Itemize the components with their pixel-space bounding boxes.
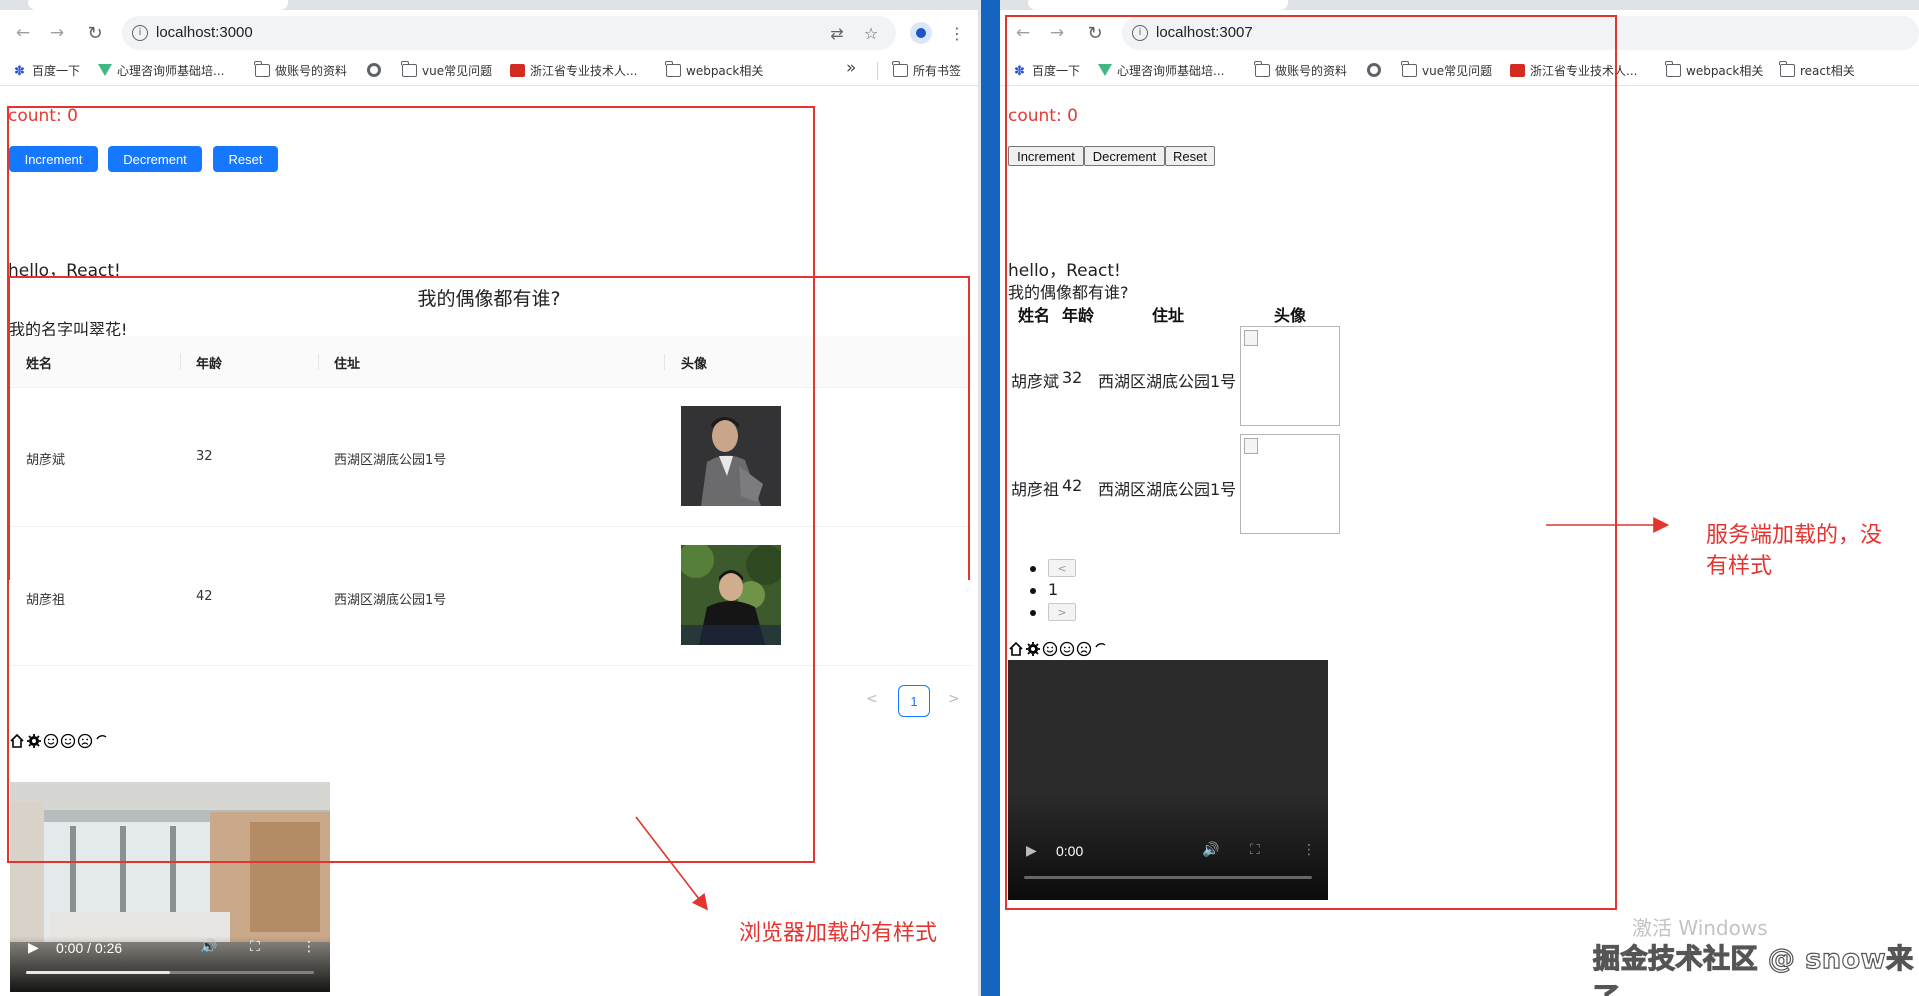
folder-icon [254,60,270,77]
paw-icon: ✽ [14,63,25,79]
folder-icon [892,60,908,77]
bookmark-baidu[interactable]: ✽ 百度一下 [12,61,80,79]
bookmark-vue-faq[interactable]: vue常见问题 [401,60,493,79]
bookmark-label: vue常见问题 [422,63,493,78]
annotation-box-table [8,276,970,580]
bookmark-webpack[interactable]: webpack相关 [665,60,764,79]
fullscreen-icon[interactable]: ⛶ [250,939,260,955]
bookmark-label: 做账号的资料 [275,63,348,78]
forward-arrow-icon[interactable]: → [44,20,70,46]
play-icon[interactable]: ▶ [28,940,39,956]
reload-icon[interactable]: ↻ [82,20,108,46]
bookmark-zhejiang[interactable]: 浙江省专业技术人... [510,61,637,79]
site-info-icon[interactable]: i [132,25,148,41]
bookmarks-divider [877,62,878,80]
bookmark-label: webpack相关 [686,63,764,78]
site-watermark: 掘金技术社区 @ snow来了 [1592,943,1914,996]
pagination: < 1 > [860,685,970,717]
bookmark-react[interactable]: react相关 [1779,60,1855,79]
pagination-next-icon[interactable]: > [948,691,960,707]
bookmark-webpack[interactable]: webpack相关 [1665,60,1764,79]
bookmark-label: react相关 [1800,63,1855,78]
address-bar[interactable]: i localhost:3000 ⇄ ☆ [122,16,896,50]
bookmarks-bar: ✽ 百度一下 心理咨询师基础培... 做账号的资料 vue常见问题 浙江省专业技术… [0,54,978,86]
annotation-box-server [1005,15,1617,910]
folder-icon [1665,60,1681,77]
profile-avatar-icon[interactable] [910,22,932,44]
video-progress[interactable] [26,971,314,974]
bookmark-all[interactable]: 所有书签 [892,60,962,79]
bookmark-psych[interactable]: 心理咨询师基础培... [98,61,224,79]
tab-strip [0,0,978,10]
annotation-server-note-line2: 有样式 [1706,554,1773,579]
bookmark-label: webpack相关 [1686,63,1764,78]
annotation-server-note-line1: 服务端加载的，没 [1706,523,1883,548]
bookmark-label: 所有书签 [913,63,962,78]
folder-icon [1779,60,1795,77]
tab-strip [1000,0,1919,10]
translate-icon[interactable]: ⇄ [826,22,848,44]
star-icon[interactable]: ☆ [860,22,882,44]
pagination-page-1[interactable]: 1 [898,685,930,717]
globe-icon [367,63,381,77]
site-logo-icon [510,63,525,77]
active-tab[interactable] [1028,0,1288,10]
pagination-prev-icon[interactable]: < [866,691,878,707]
bookmark-label: 百度一下 [32,63,81,78]
video-menu-icon[interactable]: ⋮ [302,939,316,955]
bookmarks-overflow-icon[interactable]: » [846,58,856,78]
video-progress-fill [26,971,170,974]
bookmark-label: 浙江省专业技术人... [530,63,638,78]
folder-icon [665,60,681,77]
bookmark-account[interactable]: 做账号的资料 [254,60,348,79]
menu-kebab-icon[interactable]: ⋮ [946,22,968,44]
bookmark-label: 心理咨询师基础培... [117,63,225,78]
video-time: 0:00 / 0:26 [56,940,123,956]
active-tab[interactable] [28,0,288,10]
back-arrow-icon[interactable]: ← [10,20,36,46]
annotation-browser-note: 浏览器加载的有样式 [739,921,938,946]
browser-toolbar: ← → ↻ i localhost:3000 ⇄ ☆ ⋮ [0,10,978,54]
window-divider [978,0,1000,996]
volume-icon[interactable]: 🔊 [200,939,217,955]
address-url: localhost:3000 [156,24,253,41]
bookmark-globe[interactable] [367,61,381,79]
vue-icon [98,64,112,76]
folder-icon [401,60,417,77]
